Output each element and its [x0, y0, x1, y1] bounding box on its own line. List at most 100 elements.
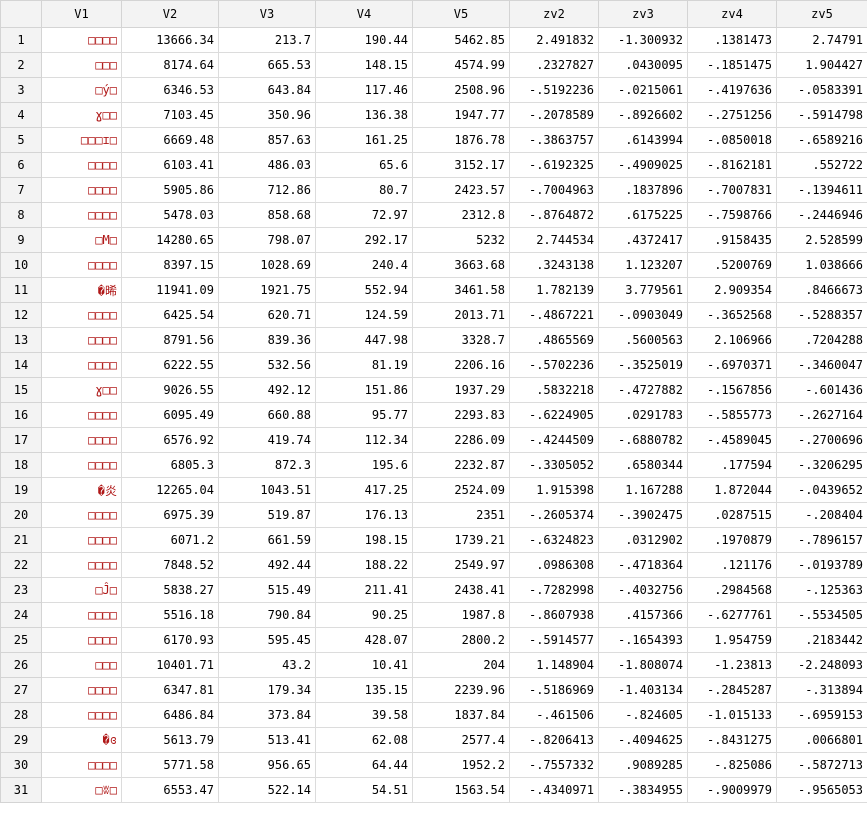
cell-zv3[interactable]: -.6880782: [598, 427, 688, 453]
column-header-v5[interactable]: V5: [412, 0, 510, 28]
row-number[interactable]: 21: [0, 527, 42, 553]
cell-v1[interactable]: □□□□: [41, 327, 122, 353]
cell-v3[interactable]: 515.49: [218, 577, 316, 603]
cell-v3[interactable]: 660.88: [218, 402, 316, 428]
column-header-v2[interactable]: V2: [121, 0, 219, 28]
cell-v1[interactable]: □□□: [41, 652, 122, 678]
cell-v2[interactable]: 11941.09: [121, 277, 219, 303]
cell-v5[interactable]: 2549.97: [412, 552, 510, 578]
cell-zv4[interactable]: -.5855773: [687, 402, 777, 428]
cell-v5[interactable]: 3152.17: [412, 152, 510, 178]
column-header-v1[interactable]: V1: [41, 0, 122, 28]
corner-cell[interactable]: [0, 0, 42, 28]
cell-v2[interactable]: 8397.15: [121, 252, 219, 278]
cell-v3[interactable]: 712.86: [218, 177, 316, 203]
cell-v3[interactable]: 872.3: [218, 452, 316, 478]
cell-v1[interactable]: □ý□: [41, 77, 122, 103]
column-header-v4[interactable]: V4: [315, 0, 413, 28]
cell-v1[interactable]: □□□□: [41, 177, 122, 203]
cell-zv5[interactable]: -.0439652: [776, 477, 867, 503]
cell-zv5[interactable]: -.6959153: [776, 702, 867, 728]
cell-zv4[interactable]: -.9009979: [687, 777, 777, 803]
table-row[interactable]: 13 □□□□ 8791.56 839.36 447.98 3328.7.4865569.…: [0, 327, 867, 353]
row-number[interactable]: 18: [0, 452, 42, 478]
cell-v5[interactable]: 2423.57: [412, 177, 510, 203]
cell-v4[interactable]: 64.44: [315, 752, 413, 778]
cell-zv5[interactable]: -.5534505: [776, 602, 867, 628]
cell-zv2[interactable]: -.6224905: [509, 402, 599, 428]
row-number[interactable]: 7: [0, 177, 42, 203]
cell-zv2[interactable]: -.3863757: [509, 127, 599, 153]
table-row[interactable]: 14 □□□□ 6222.55 532.56 81.19 2206.16 -.5702236…: [0, 352, 867, 378]
cell-v1[interactable]: �晞: [41, 277, 122, 303]
cell-zv4[interactable]: .2984568: [687, 577, 777, 603]
cell-v5[interactable]: 1937.29: [412, 377, 510, 403]
row-number[interactable]: 15: [0, 377, 42, 403]
cell-zv2[interactable]: 2.744534: [509, 227, 599, 253]
cell-v2[interactable]: 5905.86: [121, 177, 219, 203]
cell-v2[interactable]: 12265.04: [121, 477, 219, 503]
table-row[interactable]: 25 □□□□ 6170.93 595.45 428.07 2800.2 -.5914577…: [0, 627, 867, 653]
table-row[interactable]: 11 �晞 11941.09 1921.75 552.94 3461.58 1.782139…: [0, 277, 867, 303]
table-row[interactable]: 2 □□□ 8174.64 665.53 148.15 4574.99.2327827.0…: [0, 52, 867, 78]
table-row[interactable]: 1 □□□□ 13666.34 213.7 190.44 5462.85 2.491832-…: [0, 27, 867, 53]
row-number[interactable]: 9: [0, 227, 42, 253]
cell-v3[interactable]: 43.2: [218, 652, 316, 678]
cell-zv3[interactable]: -1.300932: [598, 27, 688, 53]
cell-v5[interactable]: 2286.09: [412, 427, 510, 453]
cell-v5[interactable]: 2232.87: [412, 452, 510, 478]
cell-v4[interactable]: 447.98: [315, 327, 413, 353]
cell-v5[interactable]: 1563.54: [412, 777, 510, 803]
cell-zv2[interactable]: -.461506: [509, 702, 599, 728]
cell-v4[interactable]: 112.34: [315, 427, 413, 453]
table-row[interactable]: 10 □□□□ 8397.15 1028.69 240.4 3663.68.3243138…: [0, 252, 867, 278]
cell-zv2[interactable]: -.6324823: [509, 527, 599, 553]
cell-zv3[interactable]: -.4727882: [598, 377, 688, 403]
cell-v4[interactable]: 151.86: [315, 377, 413, 403]
cell-v4[interactable]: 81.19: [315, 352, 413, 378]
cell-zv2[interactable]: .0986308: [509, 552, 599, 578]
cell-v5[interactable]: 5232: [412, 227, 510, 253]
cell-v3[interactable]: 513.41: [218, 727, 316, 753]
cell-zv3[interactable]: -1.808074: [598, 652, 688, 678]
cell-v5[interactable]: 5462.85: [412, 27, 510, 53]
cell-v4[interactable]: 54.51: [315, 777, 413, 803]
cell-v2[interactable]: 6222.55: [121, 352, 219, 378]
cell-v1[interactable]: □□□□: [41, 552, 122, 578]
cell-v1[interactable]: □□□□: [41, 677, 122, 703]
cell-v4[interactable]: 292.17: [315, 227, 413, 253]
cell-zv3[interactable]: -.3525019: [598, 352, 688, 378]
cell-zv4[interactable]: .5200769: [687, 252, 777, 278]
cell-zv5[interactable]: -.7896157: [776, 527, 867, 553]
table-row[interactable]: 24 □□□□ 5516.18 790.84 90.25 1987.8 -.8607938.…: [0, 602, 867, 628]
cell-v1[interactable]: □□□□: [41, 402, 122, 428]
cell-v1[interactable]: □□□□: [41, 302, 122, 328]
row-number[interactable]: 28: [0, 702, 42, 728]
cell-v4[interactable]: 188.22: [315, 552, 413, 578]
cell-v4[interactable]: 39.58: [315, 702, 413, 728]
cell-zv3[interactable]: .6580344: [598, 452, 688, 478]
cell-v1[interactable]: □ʬ□: [41, 777, 122, 803]
cell-v3[interactable]: 1028.69: [218, 252, 316, 278]
cell-v5[interactable]: 204: [412, 652, 510, 678]
cell-v5[interactable]: 1952.2: [412, 752, 510, 778]
cell-zv3[interactable]: 3.779561: [598, 277, 688, 303]
cell-v2[interactable]: 6553.47: [121, 777, 219, 803]
cell-v2[interactable]: 6071.2: [121, 527, 219, 553]
cell-v4[interactable]: 176.13: [315, 502, 413, 528]
cell-zv5[interactable]: -.3206295: [776, 452, 867, 478]
cell-zv3[interactable]: -.4909025: [598, 152, 688, 178]
cell-zv2[interactable]: -.2605374: [509, 502, 599, 528]
cell-zv3[interactable]: -.824605: [598, 702, 688, 728]
cell-zv3[interactable]: .0430095: [598, 52, 688, 78]
cell-v2[interactable]: 5771.58: [121, 752, 219, 778]
cell-zv5[interactable]: -.5914798: [776, 102, 867, 128]
cell-zv5[interactable]: 1.904427: [776, 52, 867, 78]
cell-zv3[interactable]: -.1654393: [598, 627, 688, 653]
cell-zv4[interactable]: 1.954759: [687, 627, 777, 653]
cell-zv5[interactable]: -.2700696: [776, 427, 867, 453]
cell-zv4[interactable]: -1.23813: [687, 652, 777, 678]
cell-zv3[interactable]: .9089285: [598, 752, 688, 778]
cell-v3[interactable]: 373.84: [218, 702, 316, 728]
row-number[interactable]: 6: [0, 152, 42, 178]
